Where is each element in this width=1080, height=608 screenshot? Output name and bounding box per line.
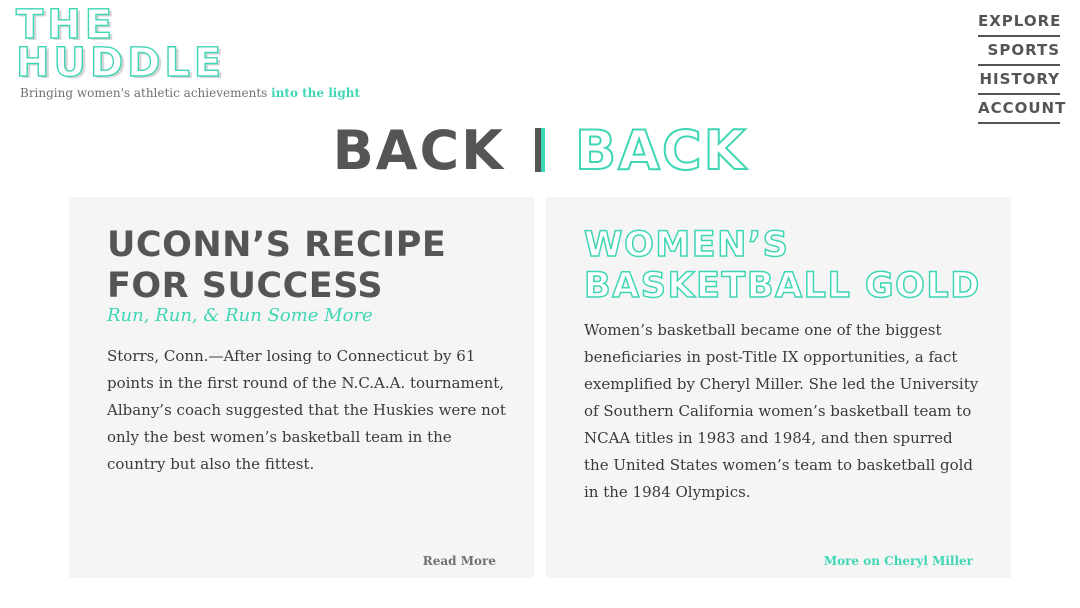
main-nav: EXPLORE SPORTS HISTORY ACCOUNT <box>978 10 1065 126</box>
headline-left: BACK <box>332 119 505 182</box>
site-logo[interactable]: THE HUDDLE <box>15 2 226 86</box>
more-on-cheryl-miller-link[interactable]: More on Cheryl Miller <box>824 554 973 568</box>
article-card-basketball-gold: WOMEN’S BASKETBALL GOLD Women’s basketba… <box>546 197 1011 578</box>
card-body: Storrs, Conn.—After losing to Connecticu… <box>107 347 506 473</box>
card-body: Women’s basketball became one of the big… <box>584 321 979 501</box>
site-tagline: Bringing women's athletic achievements i… <box>20 86 360 101</box>
headline-right: BACK <box>574 118 748 183</box>
page-headline: BACK BACK <box>0 116 1080 186</box>
card-subtitle: Run, Run, & Run Some More <box>107 305 373 326</box>
card-title: UCONN’S RECIPE FOR SUCCESS <box>107 225 447 306</box>
tagline-text: Bringing women's athletic achievements <box>20 86 268 100</box>
read-more-link[interactable]: Read More <box>423 554 496 568</box>
nav-sports[interactable]: SPORTS <box>978 39 1060 66</box>
headline-divider <box>535 128 545 172</box>
nav-explore[interactable]: EXPLORE <box>978 10 1060 37</box>
card-title: WOMEN’S BASKETBALL GOLD <box>583 224 981 307</box>
article-card-uconn: UCONN’S RECIPE FOR SUCCESS Run, Run, & R… <box>69 197 534 578</box>
nav-history[interactable]: HISTORY <box>978 68 1060 95</box>
logo-line-huddle: HUDDLE <box>15 40 226 86</box>
tagline-accent: into the light <box>271 86 360 100</box>
logo-line-the: THE <box>15 2 117 48</box>
